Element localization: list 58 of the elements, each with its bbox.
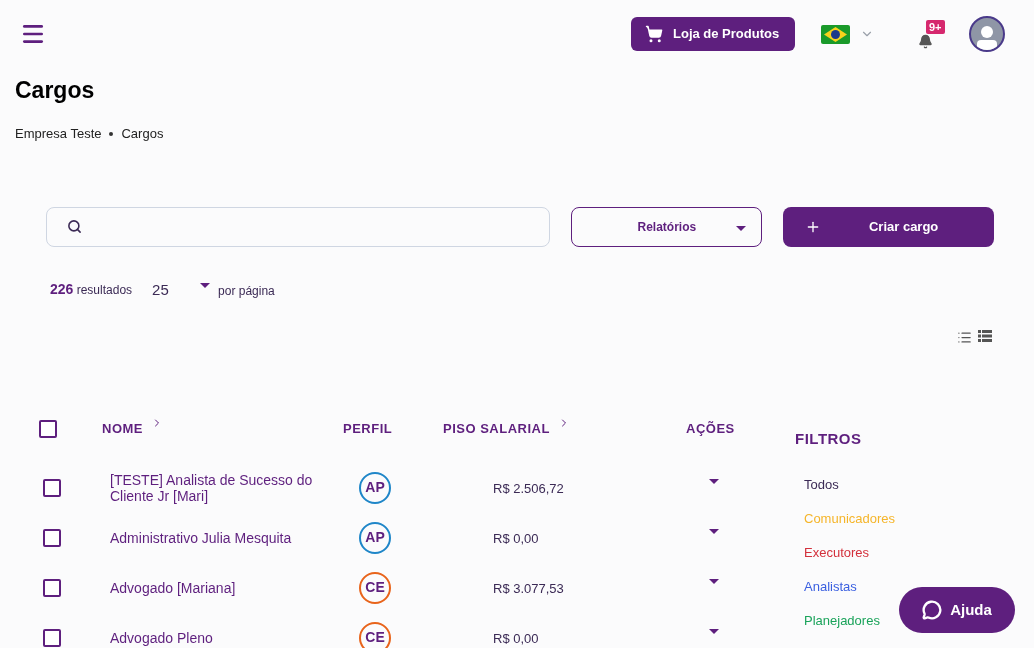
reports-dropdown[interactable]: Relatórios [571,206,763,247]
cart-icon [645,25,663,43]
avatar[interactable] [969,16,1005,52]
profile-badge: CE [359,571,391,604]
search-field[interactable] [46,206,551,247]
caret-icon [709,478,719,484]
notification-badge: 9+ [926,20,945,34]
create-button[interactable]: Criar cargo [783,206,994,247]
checkbox[interactable] [43,628,61,647]
column-header[interactable]: NOME [102,418,163,438]
caret-icon [200,283,211,288]
per-page-label: por página [218,282,275,300]
column-header: PERFIL [343,419,393,438]
breadcrumb-item: Cargos [121,125,164,143]
filter-option[interactable]: Todos [804,476,896,494]
job-title-link[interactable]: Administrativo Julia Mesquita [110,529,333,546]
job-title-link[interactable]: Advogado [Mariana] [110,579,333,596]
salary-cell: R$ 2.506,72 [493,480,564,496]
column-header: AÇÕES [686,419,735,438]
breadcrumb-item[interactable]: Empresa Teste [15,124,102,144]
detailed-list-icon[interactable] [978,329,992,342]
salary-cell: R$ 3.077,53 [493,580,564,596]
profile-badge: AP [359,521,391,554]
caret-icon [736,225,747,231]
language-selector[interactable] [821,24,874,44]
flag-icon [821,24,850,44]
help-button[interactable]: Ajuda [899,587,1015,633]
job-title-link[interactable]: Advogado Pleno [110,629,333,646]
results-count: 226 resultados [50,279,133,299]
actions-dropdown[interactable] [707,476,721,486]
caret-icon [709,578,719,584]
checkbox[interactable] [43,478,61,497]
search-icon [67,219,82,234]
user-icon [977,24,997,50]
profile-badge: CE [359,621,391,648]
actions-dropdown[interactable] [707,526,721,536]
compact-list-icon[interactable] [957,329,972,345]
actions-dropdown[interactable] [707,576,721,586]
job-title-link[interactable]: [TESTE] Analista de Sucesso do Cliente Jr [Mari] [110,471,333,504]
filters-title: FILTROS [795,428,863,449]
filter-option[interactable]: Executores [804,544,896,562]
caret-icon [709,528,719,534]
checkbox[interactable] [43,578,61,597]
actions-dropdown[interactable] [707,626,721,636]
per-page-select[interactable]: 25 [152,279,211,299]
caret-icon [709,628,719,634]
store-button[interactable]: Loja de Produtos [631,17,795,51]
checkbox[interactable] [39,419,57,438]
salary-cell: R$ 0,00 [493,630,539,646]
profile-badge: AP [359,471,391,504]
chat-bubble-icon [922,600,943,620]
breadcrumb-separator [109,131,114,136]
filter-option[interactable]: Analistas [804,578,896,596]
bell-icon[interactable] [918,34,933,49]
checkbox[interactable] [43,528,61,547]
page-title: Cargos [15,76,96,104]
salary-cell: R$ 0,00 [493,530,539,546]
column-header[interactable]: PISO SALARIAL [443,418,570,438]
